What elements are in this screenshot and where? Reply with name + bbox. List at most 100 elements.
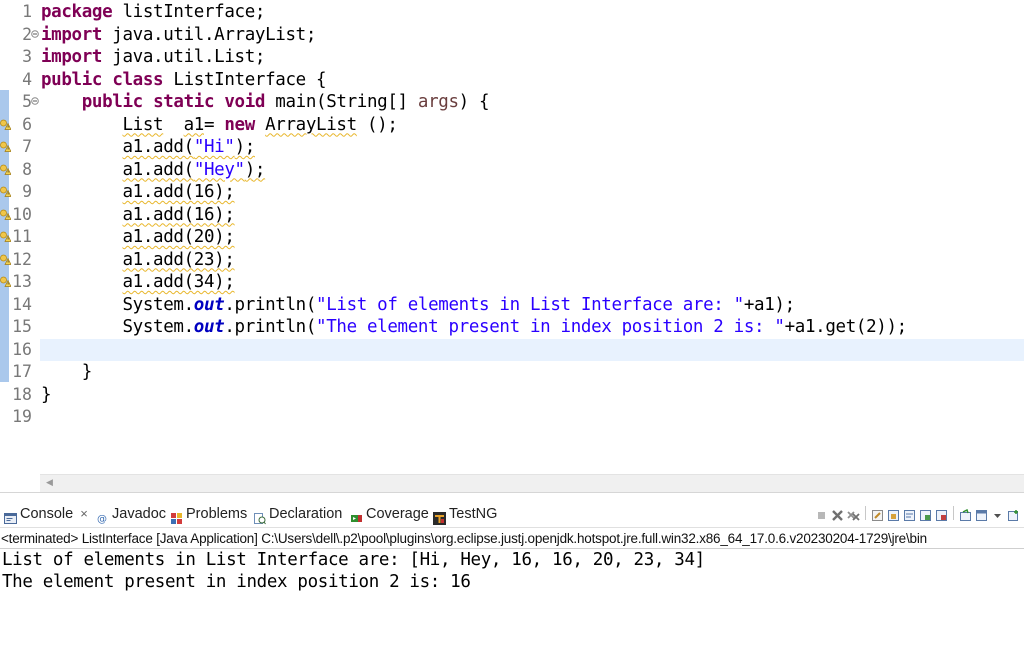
code-line[interactable]: a1.add("Hi"); — [41, 136, 256, 158]
open-console-icon[interactable] — [1007, 507, 1020, 521]
console-output-line: The element present in index position 2 … — [2, 572, 471, 592]
code-token: +a1); — [743, 294, 795, 315]
code-line[interactable]: a1.add(16); — [41, 181, 235, 203]
line-number-gutter: 1 2 3 4 5 6 7 8 9 10 11 12 13 14 15 16 17 18 19 — [0, 0, 40, 474]
code-token: java.util.ArrayList; — [102, 24, 317, 45]
code-token: ); — [244, 159, 266, 180]
line-number: 19 — [12, 407, 32, 426]
code-token: a1.add(20); — [122, 227, 235, 247]
line-number: 18 — [12, 384, 32, 404]
code-token: a1.add("Hi"); — [123, 137, 256, 157]
console-icon — [4, 508, 17, 524]
scroll-lock-icon[interactable] — [887, 507, 900, 521]
code-token: a1.add(34); — [122, 272, 235, 292]
code-string: "The element present in index position 2… — [316, 317, 785, 337]
fold-toggle-icon[interactable] — [31, 29, 39, 38]
scroll-left-arrow-icon[interactable]: ◀ — [46, 478, 53, 488]
code-editor[interactable]: 1 2 3 4 5 6 7 8 9 10 11 12 13 14 15 16 17 18 19 package li… — [0, 0, 1024, 474]
warning-icon[interactable] — [0, 186, 11, 197]
editor-horizontal-scrollbar[interactable]: ◀ — [40, 474, 1024, 492]
code-token: a1.add(16); — [122, 182, 235, 202]
code-line[interactable]: } — [41, 361, 93, 383]
code-line[interactable]: a1.add("Hey"); — [41, 159, 266, 181]
code-line[interactable]: import java.util.ArrayList; — [41, 24, 316, 46]
view-menu-icon[interactable] — [991, 507, 1004, 520]
code-text-area[interactable]: package listInterface; import java.util.A… — [41, 0, 1024, 474]
code-keyword: import — [41, 24, 103, 45]
testng-icon — [433, 508, 446, 525]
pin-console-icon[interactable] — [959, 507, 972, 521]
console-toolbar — [815, 505, 1020, 521]
code-line[interactable]: a1.add(20); — [41, 226, 235, 248]
code-line[interactable]: a1.add(34); — [41, 271, 235, 293]
code-token: ListInterface { — [163, 69, 327, 90]
line-number: 15 — [12, 317, 32, 336]
tab-testng[interactable]: TestNG — [433, 501, 497, 527]
tab-coverage[interactable]: Coverage — [350, 501, 429, 527]
code-token: System. — [41, 294, 194, 315]
line-number: 17 — [12, 362, 32, 381]
remove-all-terminated-icon[interactable] — [847, 507, 860, 521]
code-token: a1 — [183, 114, 205, 135]
code-line[interactable]: package listInterface; — [41, 1, 265, 23]
code-keyword: import — [41, 47, 103, 67]
declaration-icon — [253, 508, 266, 524]
tab-testng-label: TestNG — [449, 506, 498, 522]
show-on-output-icon[interactable] — [919, 507, 932, 521]
code-keyword: public — [41, 69, 103, 90]
console-output[interactable]: List of elements in List Interface are: … — [2, 549, 1022, 593]
tab-javadoc-label: Javadoc — [112, 506, 167, 522]
code-token: .println( — [224, 317, 317, 337]
display-selected-console-icon[interactable] — [975, 507, 988, 521]
tab-problems-label: Problems — [186, 506, 248, 522]
code-line[interactable]: public static void main(String[] args) { — [41, 91, 490, 113]
code-token: .println( — [224, 294, 317, 315]
line-number: 1 — [22, 2, 32, 21]
line-number: 5 — [22, 92, 32, 111]
code-line[interactable]: public class ListInterface { — [41, 69, 327, 91]
close-icon[interactable]: × — [80, 501, 88, 527]
warning-icon[interactable] — [0, 254, 11, 265]
problems-icon — [170, 508, 183, 524]
svg-text:@: @ — [97, 514, 107, 525]
warning-icon[interactable] — [0, 119, 11, 130]
terminate-icon[interactable] — [815, 507, 828, 520]
tab-declaration[interactable]: Declaration — [253, 501, 342, 527]
code-keyword: void — [224, 92, 266, 112]
code-line[interactable]: a1.add(23); — [41, 249, 235, 271]
code-line[interactable]: } — [41, 384, 52, 406]
code-keyword: new — [224, 114, 255, 135]
show-on-error-icon[interactable] — [935, 507, 948, 521]
coverage-icon — [350, 508, 363, 522]
warning-icon[interactable] — [0, 141, 11, 152]
tab-console[interactable]: Console × — [4, 501, 88, 527]
tab-javadoc[interactable]: @ Javadoc — [96, 501, 166, 527]
tab-problems[interactable]: Problems — [170, 501, 247, 527]
warning-icon[interactable] — [0, 164, 11, 175]
fold-toggle-icon[interactable] — [31, 97, 39, 105]
code-token: out — [193, 317, 225, 337]
clear-console-icon[interactable] — [871, 507, 884, 521]
tab-declaration-label: Declaration — [269, 506, 343, 522]
code-line[interactable]: List a1= new ArrayList (); — [41, 114, 398, 136]
tab-console-label: Console — [20, 506, 74, 522]
code-line[interactable]: a1.add(16); — [41, 204, 235, 226]
warning-icon[interactable] — [0, 276, 11, 287]
code-token: a1.add("Hey"); — [123, 160, 266, 180]
code-line[interactable]: System.out.println("The element present … — [41, 316, 907, 338]
toolbar-separator — [953, 506, 954, 520]
code-line[interactable]: import java.util.List; — [41, 46, 265, 68]
remove-launch-icon[interactable] — [831, 507, 844, 521]
code-line[interactable]: System.out.println("List of elements in … — [41, 294, 795, 316]
word-wrap-icon[interactable] — [903, 507, 916, 521]
warning-icon[interactable] — [0, 209, 11, 220]
line-number: 16 — [12, 339, 32, 359]
warning-icon[interactable] — [0, 231, 11, 242]
code-token: = — [204, 114, 225, 135]
